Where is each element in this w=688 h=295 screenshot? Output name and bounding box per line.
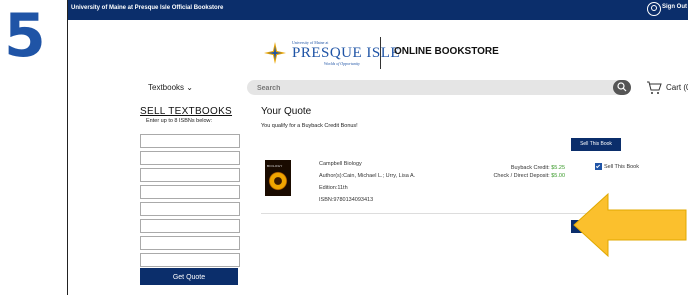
buyback-label: Buyback Credit: — [510, 165, 550, 171]
search-bar — [247, 80, 631, 95]
user-icon[interactable] — [647, 2, 661, 16]
bonus-text: You qualify for a Buyback Credit Bonus! — [261, 123, 358, 129]
store-name: University of Maine at Presque Isle Offi… — [71, 5, 224, 11]
sell-hint: Enter up to 8 ISBNs below: — [146, 118, 213, 124]
search-icon — [617, 82, 627, 92]
search-button[interactable] — [613, 80, 631, 95]
logo-tagline: Worlds of Opportunity — [324, 61, 360, 66]
online-bookstore-label: ONLINE BOOKSTORE — [394, 46, 499, 57]
check-label: Check / Direct Deposit: — [493, 173, 550, 179]
sign-out-link[interactable]: Sign Out — [662, 4, 687, 10]
sell-title: SELL TEXTBOOKS — [140, 106, 233, 117]
isbn-field-4[interactable] — [140, 185, 240, 199]
buyback-value: $5.25 — [551, 165, 565, 171]
sell-this-book-button-top[interactable]: Sell This Book — [571, 138, 621, 151]
chevron-down-icon: ⌄ — [186, 83, 193, 92]
cart-label: Cart (0) — [666, 83, 688, 92]
get-quote-button[interactable]: Get Quote — [140, 268, 238, 285]
book-details: Campbell Biology Author(s):Cain, Michael… — [319, 158, 415, 206]
checkbox-checked-icon — [594, 163, 602, 170]
step-number: 5 — [4, 1, 46, 71]
cart-icon — [647, 81, 662, 94]
book-cover-title: BIOLOGY — [267, 164, 283, 168]
book-title: Campbell Biology — [319, 161, 362, 167]
logo-divider — [380, 37, 381, 69]
compass-star-icon — [264, 42, 286, 64]
pointer-arrow-icon — [573, 192, 687, 258]
isbn-field-5[interactable] — [140, 202, 240, 216]
check-value: $5.00 — [551, 173, 565, 179]
textbooks-menu[interactable]: Textbooks ⌄ — [148, 83, 193, 92]
book-isbn: ISBN:9780134093413 — [319, 197, 374, 203]
cart-link[interactable]: Cart (0) — [646, 80, 688, 96]
isbn-field-2[interactable] — [140, 151, 240, 165]
book-authors: Author(s):Cain, Michael L.; Urry, Lisa A… — [319, 173, 416, 179]
search-input[interactable] — [255, 81, 589, 95]
isbn-field-8[interactable] — [140, 253, 240, 267]
quote-title: Your Quote — [261, 106, 312, 117]
isbn-field-3[interactable] — [140, 168, 240, 182]
isbn-field-6[interactable] — [140, 219, 240, 233]
book-edition: Edition:11th — [319, 185, 348, 191]
isbn-field-7[interactable] — [140, 236, 240, 250]
sell-this-book-checkbox[interactable]: Sell This Book — [594, 163, 639, 170]
top-bar: University of Maine at Presque Isle Offi… — [68, 0, 688, 20]
book-cover: BIOLOGY — [265, 160, 291, 196]
quote-panel: Your Quote You qualify for a Buyback Cre… — [261, 106, 641, 233]
sell-textbooks-panel: SELL TEXTBOOKS Enter up to 8 ISBNs below… — [140, 106, 240, 285]
sunflower-image — [268, 171, 288, 191]
nav-bar: Textbooks ⌄ Cart (0) — [148, 80, 688, 96]
checkbox-label: Sell This Book — [603, 163, 639, 170]
isbn-field-1[interactable] — [140, 134, 240, 148]
price-info: Buyback Credit: $5.25 Check / Direct Dep… — [493, 164, 565, 180]
site-logo[interactable]: University of Maine at PRESQUE ISLE Worl… — [264, 36, 524, 69]
textbooks-label: Textbooks — [148, 83, 185, 92]
logo-name: PRESQUE ISLE — [292, 45, 401, 61]
